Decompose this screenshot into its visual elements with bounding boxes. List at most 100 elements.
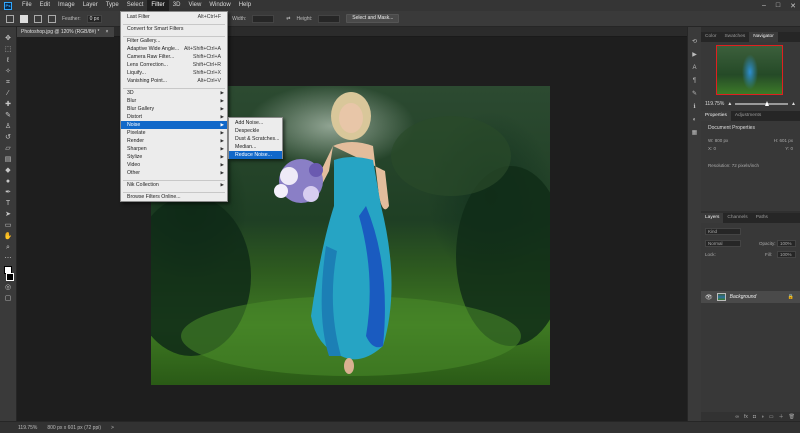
opacity-input[interactable]: 100% <box>777 240 796 247</box>
menu-item-dust-scratches[interactable]: Dust & Scratches... <box>229 135 282 143</box>
height-input[interactable] <box>318 14 341 23</box>
actions-icon[interactable]: ▶ <box>691 52 699 59</box>
pen-tool-icon[interactable]: ✒ <box>4 189 13 197</box>
menu-item-sharpen[interactable]: Sharpen ▶ <box>121 145 227 153</box>
fill-input[interactable]: 100% <box>777 251 796 258</box>
menu-edit[interactable]: Edit <box>36 0 54 11</box>
menu-item-video[interactable]: Video ▶ <box>121 161 227 169</box>
crop-tool-icon[interactable]: ⌗ <box>4 79 13 87</box>
new-layer-icon[interactable]: ＋ <box>779 413 784 420</box>
hand-tool-icon[interactable]: ✋ <box>4 233 13 241</box>
menu-view[interactable]: View <box>184 0 205 11</box>
menu-item-nik-collection[interactable]: Nik Collection ▶ <box>121 181 227 189</box>
history-icon[interactable]: ⟲ <box>691 39 699 46</box>
tab-close-icon[interactable]: × <box>105 27 108 37</box>
background-color-swatch[interactable] <box>6 273 14 281</box>
lock-icon[interactable]: 🔒 <box>788 294 794 300</box>
menu-item-last-filter[interactable]: Last Filter Alt+Ctrl+F <box>121 13 227 21</box>
menu-filter[interactable]: Filter <box>147 0 169 11</box>
menu-item-distort[interactable]: Distort ▶ <box>121 113 227 121</box>
menu-file[interactable]: File <box>18 0 36 11</box>
menu-select[interactable]: Select <box>123 0 148 11</box>
x-value[interactable]: 0 <box>714 146 717 151</box>
menu-layer[interactable]: Layer <box>79 0 102 11</box>
menu-item-filter-gallery[interactable]: Filter Gallery... <box>121 37 227 45</box>
tab-swatches[interactable]: Swatches <box>720 32 749 42</box>
maximize-icon[interactable]: □ <box>776 2 780 9</box>
info-icon[interactable]: ℹ <box>691 104 699 111</box>
status-zoom[interactable]: 119.75% <box>18 425 37 431</box>
tab-paths[interactable]: Paths <box>752 213 772 223</box>
navigator-zoom-value[interactable]: 119.75% <box>705 101 724 107</box>
blend-mode-select[interactable]: Normal <box>705 240 741 247</box>
brush-settings-icon[interactable]: ✎ <box>691 91 699 98</box>
minimize-icon[interactable]: – <box>762 2 766 9</box>
menu-item-blur-gallery[interactable]: Blur Gallery ▶ <box>121 105 227 113</box>
fx-icon[interactable]: fx <box>744 414 748 420</box>
menu-item-other[interactable]: Other ▶ <box>121 169 227 177</box>
path-selection-icon[interactable]: ➤ <box>4 211 13 219</box>
menu-type[interactable]: Type <box>102 0 123 11</box>
subtract-selection-icon[interactable] <box>48 14 56 23</box>
lasso-tool-icon[interactable]: ℓ <box>4 57 13 65</box>
visibility-eye-icon[interactable]: 👁 <box>705 294 713 301</box>
paragraph-icon[interactable]: ¶ <box>691 78 699 85</box>
width-value[interactable]: 800 px <box>715 138 729 143</box>
tab-channels[interactable]: Channels <box>723 213 751 223</box>
eyedropper-icon[interactable]: ⁄ <box>4 90 13 98</box>
marquee-tool-icon[interactable] <box>6 14 14 23</box>
tab-adjustments[interactable]: Adjustments <box>731 111 765 121</box>
adjustment-layer-icon[interactable]: ◑ <box>761 414 764 420</box>
tab-layers[interactable]: Layers <box>701 213 724 223</box>
width-input[interactable] <box>252 14 275 23</box>
adjustments-icon[interactable]: ◐ <box>691 117 699 124</box>
menu-item-pixelate[interactable]: Pixelate ▶ <box>121 129 227 137</box>
zoom-slider[interactable] <box>735 101 789 106</box>
menu-item-blur[interactable]: Blur ▶ <box>121 97 227 105</box>
menu-item-vanishing-point[interactable]: Vanishing Point... Alt+Ctrl+V <box>121 77 227 85</box>
marquee-tool-icon[interactable]: ⬚ <box>4 46 13 54</box>
magic-wand-icon[interactable]: ✧ <box>4 68 13 76</box>
screen-mode-icon[interactable]: ▢ <box>4 295 13 303</box>
menu-item-median[interactable]: Median... <box>229 143 282 151</box>
menu-item-reduce-noise[interactable]: Reduce Noise... <box>229 151 282 159</box>
link-layers-icon[interactable]: ∞ <box>735 414 739 420</box>
menu-3d[interactable]: 3D <box>169 0 185 11</box>
menu-item-3d[interactable]: 3D ▶ <box>121 89 227 97</box>
height-value[interactable]: 601 px <box>779 138 793 143</box>
menu-window[interactable]: Window <box>205 0 234 11</box>
eraser-tool-icon[interactable]: ▱ <box>4 145 13 153</box>
menu-item-add-noise[interactable]: Add Noise... <box>229 119 282 127</box>
styles-icon[interactable]: ▦ <box>691 130 699 137</box>
select-and-mask-button[interactable]: Select and Mask... <box>346 14 400 23</box>
menu-item-noise[interactable]: Noise ▶ <box>121 121 227 129</box>
menu-item-render[interactable]: Render ▶ <box>121 137 227 145</box>
menu-image[interactable]: Image <box>54 0 79 11</box>
brush-tool-icon[interactable]: ✎ <box>4 112 13 120</box>
dodge-tool-icon[interactable]: ● <box>4 178 13 186</box>
move-tool-icon[interactable]: ✥ <box>4 35 13 43</box>
history-brush-icon[interactable]: ↺ <box>4 134 13 142</box>
tab-color[interactable]: Color <box>701 32 720 42</box>
quick-mask-icon[interactable]: ◎ <box>4 284 13 292</box>
new-group-icon[interactable]: ▭ <box>769 414 774 420</box>
menu-item-liquify[interactable]: Liquify... Shift+Ctrl+X <box>121 69 227 77</box>
layer-name[interactable]: Background <box>730 294 757 300</box>
menu-item-lens-correction[interactable]: Lens Correction... Shift+Ctrl+R <box>121 61 227 69</box>
type-tool-icon[interactable]: T <box>4 200 13 208</box>
y-value[interactable]: 0 <box>790 146 793 151</box>
rectangle-tool-icon[interactable]: ▭ <box>4 222 13 230</box>
swap-icon[interactable]: ⇄ <box>286 16 290 22</box>
navigator-thumbnail[interactable] <box>716 45 783 95</box>
trash-icon[interactable]: 🗑 <box>789 414 795 420</box>
character-icon[interactable]: A <box>691 65 699 72</box>
menu-item-stylize[interactable]: Stylize ▶ <box>121 153 227 161</box>
more-tools-icon[interactable]: ⋯ <box>4 255 13 263</box>
menu-item-convert-smart-filters[interactable]: Convert for Smart Filters <box>121 25 227 33</box>
new-selection-icon[interactable] <box>20 14 28 23</box>
status-arrow-icon[interactable]: > <box>111 425 114 431</box>
clone-stamp-icon[interactable]: ♙ <box>4 123 13 131</box>
tab-properties[interactable]: Properties <box>701 111 731 121</box>
menu-help[interactable]: Help <box>235 0 255 11</box>
menu-item-browse-filters-online[interactable]: Browse Filters Online... <box>121 193 227 201</box>
